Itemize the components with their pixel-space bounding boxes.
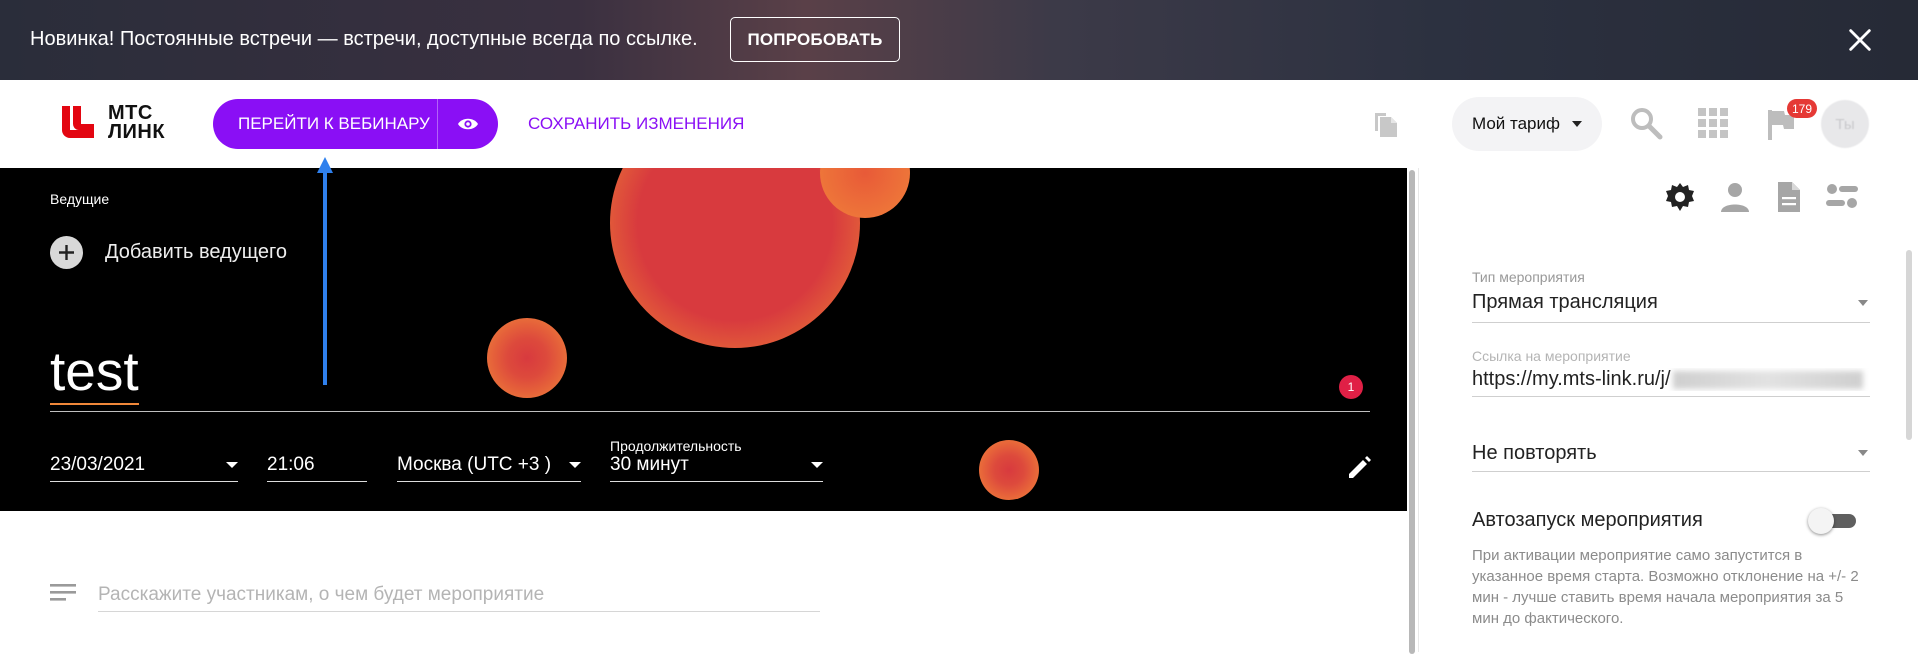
document-icon[interactable] [1776,180,1802,214]
avatar-initials: Ты [1835,115,1855,133]
chevron-down-icon [1572,121,1582,127]
event-type-label: Тип мероприятия [1472,269,1585,285]
settings-scrollbar[interactable] [1906,250,1912,440]
toggle-knob [1808,508,1834,534]
plus-icon [50,236,83,269]
go-to-webinar-button[interactable]: ПЕРЕЙТИ К ВЕБИНАРУ [213,99,498,149]
eye-icon [458,118,478,130]
go-to-webinar-label: ПЕРЕЙТИ К ВЕБИНАРУ [238,114,430,133]
description-icon [50,584,76,601]
my-tariff-label: Мой тариф [1471,114,1560,133]
event-link-label: Ссылка на мероприятие [1472,348,1631,364]
duration-select[interactable]: 30 минут [610,452,823,482]
event-type-underline [1472,322,1870,323]
add-host-label: Добавить ведущего [105,241,288,263]
event-link-underline [1472,396,1870,397]
chevron-down-icon [1858,450,1868,456]
chevron-down-icon [226,462,238,468]
chevron-down-icon [811,462,823,468]
chevron-down-icon [1858,300,1868,306]
arrow-up-icon [317,157,333,385]
autostart-label: Автозапуск мероприятия [1472,509,1703,531]
scrollbar-thumb[interactable] [1409,170,1415,654]
autostart-toggle[interactable] [1808,508,1858,534]
avatar[interactable]: Ты [1821,100,1869,148]
banner-text: Новинка! Постоянные встречи — встречи, д… [30,28,698,50]
chevron-down-icon [569,462,581,468]
event-link-value: https://my.mts-link.ru/j/ [1472,368,1671,390]
logo[interactable]: МТС ЛИНК [58,103,166,143]
counter-badge: 1 [1339,375,1363,399]
copy-icon[interactable] [1372,109,1400,139]
person-icon[interactable] [1720,181,1750,213]
logo-line-2: ЛИНК [108,121,166,143]
time-input[interactable]: 21:06 [267,452,367,482]
title-underline [50,411,1370,412]
notification-badge: 179 [1787,99,1818,118]
pencil-icon[interactable] [1346,455,1372,481]
gear-icon[interactable] [1664,181,1696,213]
repeat-select[interactable]: Не повторять [1472,442,1842,465]
promo-banner: Новинка! Постоянные встречи — встречи, д… [0,0,1918,80]
try-button[interactable]: ПОПРОБОВАТЬ [730,17,900,62]
search-icon[interactable] [1629,106,1663,140]
duration-value: 30 минут [610,454,689,475]
event-type-select[interactable]: Прямая трансляция [1472,291,1842,314]
main-scrollbar[interactable] [1407,168,1418,654]
repeat-underline [1472,471,1870,472]
date-picker[interactable]: 23/03/2021 [50,452,238,482]
logo-text: МТС ЛИНК [108,103,166,143]
decor-blob-medium [487,318,567,398]
decor-blob-large [610,168,860,348]
my-tariff-button[interactable]: Мой тариф [1452,97,1602,151]
save-changes-button[interactable]: СОХРАНИТЬ ИЗМЕНЕНИЯ [528,114,744,134]
close-icon[interactable] [1846,26,1874,54]
timezone-value: Москва (UTC +3 ) [397,454,552,475]
apps-grid-icon[interactable] [1698,108,1728,138]
decor-blob-small [979,440,1039,500]
date-value: 23/03/2021 [50,454,146,475]
add-host-button[interactable]: Добавить ведущего [50,236,287,269]
mts-logo-icon [62,106,94,138]
list-settings-icon[interactable] [1826,183,1858,211]
preview-button[interactable] [438,99,498,149]
link-redacted [1672,370,1863,389]
event-title-input[interactable]: test [50,344,139,405]
event-link-field[interactable]: https://my.mts-link.ru/j/ [1472,368,1872,391]
hosts-label: Ведущие [50,191,110,207]
timezone-select[interactable]: Москва (UTC +3 ) [397,452,581,482]
autostart-help-text: При активации мероприятие само запуститс… [1472,547,1859,627]
description-input[interactable] [98,578,820,612]
time-value: 21:06 [267,454,315,475]
